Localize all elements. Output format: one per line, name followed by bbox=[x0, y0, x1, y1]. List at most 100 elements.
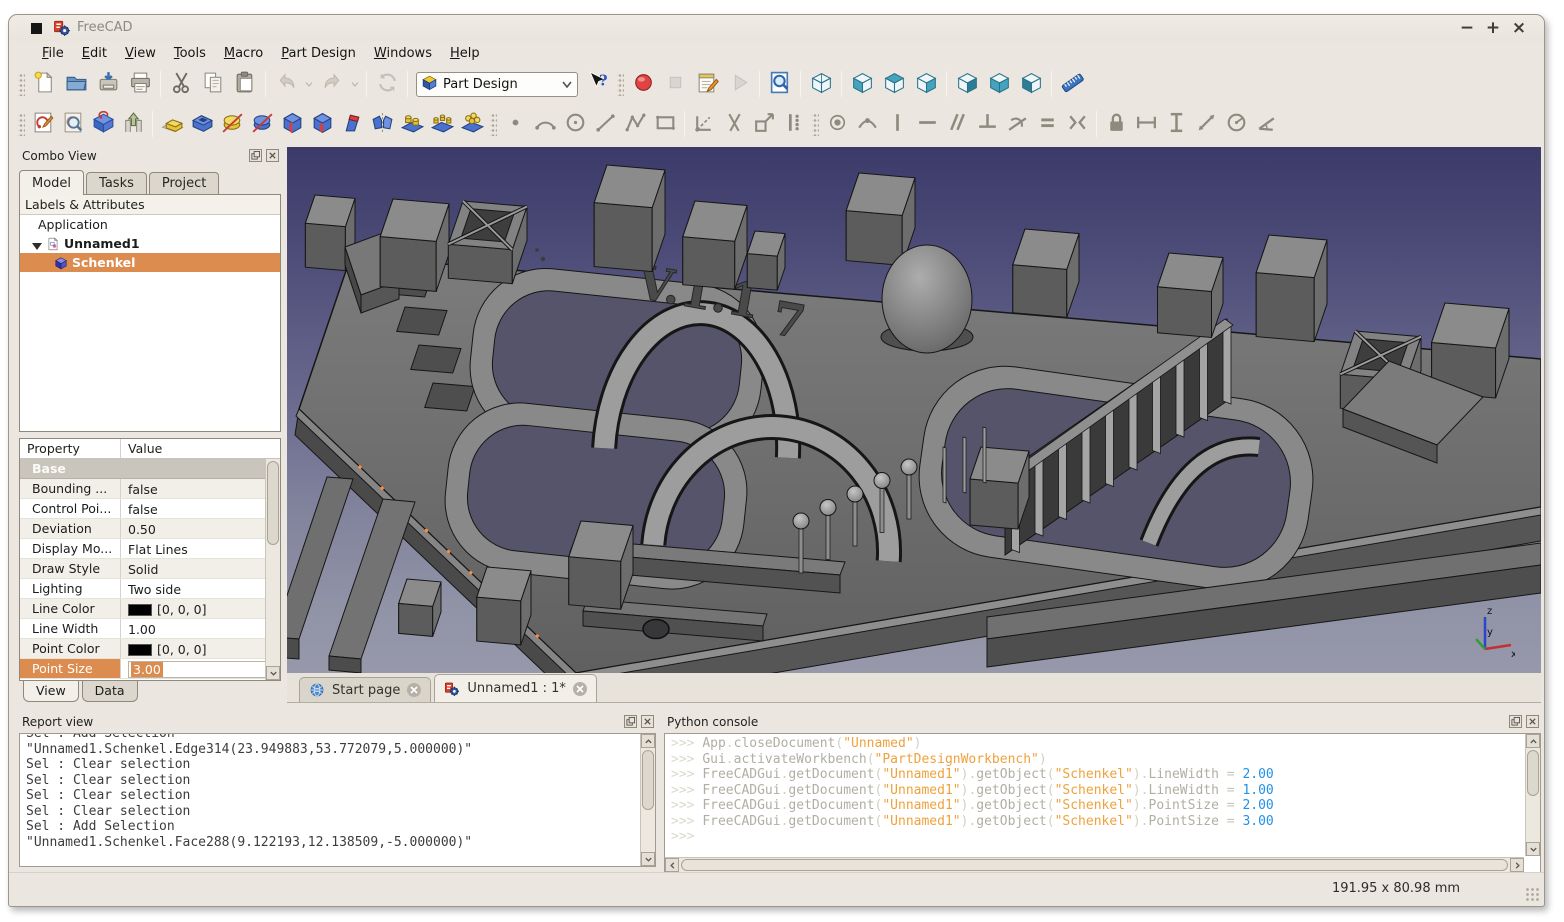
constraint-radius-button[interactable] bbox=[1221, 109, 1251, 139]
groove-button[interactable] bbox=[247, 109, 277, 139]
tree-item-application[interactable]: Application bbox=[20, 215, 280, 234]
constraint-tangent-button[interactable] bbox=[1002, 109, 1032, 139]
close-tab-icon[interactable] bbox=[407, 683, 421, 697]
property-row-base[interactable]: Base bbox=[20, 459, 280, 479]
view-bottom-button[interactable] bbox=[983, 68, 1015, 100]
python-hscrollbar[interactable] bbox=[665, 857, 1524, 872]
fillet-button[interactable] bbox=[277, 109, 307, 139]
expander-icon[interactable] bbox=[32, 239, 42, 249]
close-tab-icon[interactable] bbox=[573, 682, 587, 696]
chamfer-button[interactable] bbox=[307, 109, 337, 139]
python-scrollbar[interactable] bbox=[1525, 734, 1540, 856]
tab-model[interactable]: Model bbox=[19, 170, 84, 195]
carbon-copy-button[interactable] bbox=[779, 109, 809, 139]
pocket-button[interactable] bbox=[187, 109, 217, 139]
paste-button[interactable] bbox=[229, 68, 261, 100]
open-folder-button[interactable] bbox=[60, 68, 92, 100]
whats-this-button[interactable]: ? bbox=[582, 68, 614, 100]
document-tab-start-page[interactable]: Start page bbox=[299, 677, 431, 702]
python-hscrollbar-thumb[interactable] bbox=[681, 859, 1508, 871]
menu-file[interactable]: File bbox=[33, 44, 73, 63]
tab-tasks[interactable]: Tasks bbox=[86, 172, 147, 195]
python-console-log[interactable]: >>> App.closeDocument("Unnamed")>>> Gui.… bbox=[664, 733, 1541, 873]
property-row-bounding[interactable]: Bounding ...false bbox=[20, 479, 280, 499]
document-tab-unnamed1-1[interactable]: Unnamed1 : 1* bbox=[434, 674, 597, 702]
property-row-point-color[interactable]: Point Color[0, 0, 0] bbox=[20, 639, 280, 659]
sketch-point-button[interactable] bbox=[500, 109, 530, 139]
constraint-lock-button[interactable] bbox=[1101, 109, 1131, 139]
linear-pattern-button[interactable] bbox=[397, 109, 427, 139]
property-scroll-down-button[interactable] bbox=[266, 666, 280, 680]
toolbar-drag-handle[interactable] bbox=[490, 112, 497, 136]
refresh-button[interactable] bbox=[371, 68, 403, 100]
print-button[interactable] bbox=[124, 68, 156, 100]
toolbar-drag-handle[interactable] bbox=[18, 72, 25, 96]
sketch-rectangle-button[interactable] bbox=[650, 109, 680, 139]
copy-button[interactable] bbox=[197, 68, 229, 100]
pad-button[interactable] bbox=[157, 109, 187, 139]
menu-macro[interactable]: Macro bbox=[215, 44, 272, 63]
constraint-angle-button[interactable] bbox=[1251, 109, 1281, 139]
polar-pattern-button[interactable] bbox=[427, 109, 457, 139]
menu-part-design[interactable]: Part Design bbox=[272, 44, 365, 63]
constraint-perpendicular-button[interactable] bbox=[972, 109, 1002, 139]
toolbar-drag-handle[interactable] bbox=[18, 112, 25, 136]
model-tree[interactable]: Labels & Attributes ApplicationUnnamed1S… bbox=[19, 194, 281, 432]
constraint-distance-x-button[interactable] bbox=[1131, 109, 1161, 139]
constraint-point-on-object-button[interactable] bbox=[852, 109, 882, 139]
property-row-line-width[interactable]: Line Width1.00 bbox=[20, 619, 280, 639]
python-scroll-up-button[interactable] bbox=[1526, 734, 1540, 748]
fit-all-button[interactable] bbox=[764, 68, 796, 100]
undo-button[interactable] bbox=[270, 68, 302, 100]
property-row-display-mo[interactable]: Display Mo...Flat Lines bbox=[20, 539, 280, 559]
dropdown-chevron-button[interactable] bbox=[302, 68, 316, 100]
property-row-point-size[interactable]: Point Size3.00 bbox=[20, 659, 280, 679]
close-panel-button[interactable] bbox=[266, 149, 279, 162]
constraint-symmetric-button[interactable] bbox=[1062, 109, 1092, 139]
tab-view[interactable]: View bbox=[23, 681, 79, 702]
measure-distance-button[interactable] bbox=[1056, 68, 1088, 100]
python-scrollbar-thumb[interactable] bbox=[1527, 750, 1539, 796]
viewport-3d-area[interactable]: V.1.17 zyx bbox=[287, 147, 1541, 673]
report-scrollbar[interactable] bbox=[640, 734, 655, 866]
titlebar[interactable]: FreeCAD − + × bbox=[9, 15, 1544, 41]
constraint-distance-button[interactable] bbox=[1191, 109, 1221, 139]
tree-item-schenkel[interactable]: Schenkel bbox=[20, 253, 280, 272]
macro-edit-button[interactable] bbox=[691, 68, 723, 100]
new-file-button[interactable] bbox=[28, 68, 60, 100]
redo-button[interactable] bbox=[316, 68, 348, 100]
macro-stop-button[interactable] bbox=[659, 68, 691, 100]
tab-data[interactable]: Data bbox=[82, 681, 138, 702]
sketch-view-button[interactable] bbox=[58, 109, 88, 139]
constraint-parallel-button[interactable] bbox=[942, 109, 972, 139]
view-top-button[interactable] bbox=[878, 68, 910, 100]
python-scroll-down-button[interactable] bbox=[1526, 842, 1540, 856]
window-menu-icon[interactable] bbox=[31, 23, 42, 34]
close-panel-button[interactable] bbox=[641, 715, 654, 728]
property-row-lighting[interactable]: LightingTwo side bbox=[20, 579, 280, 599]
property-editor[interactable]: Property Value BaseBounding ...falseCont… bbox=[19, 438, 281, 681]
value-spinbox[interactable]: 3.00 bbox=[128, 661, 278, 678]
sketch-new-button[interactable] bbox=[28, 109, 58, 139]
close-button[interactable]: × bbox=[1510, 17, 1528, 39]
menu-edit[interactable]: Edit bbox=[73, 44, 116, 63]
multi-transform-button[interactable] bbox=[457, 109, 487, 139]
toolbar-drag-handle[interactable] bbox=[617, 72, 624, 96]
resize-grip[interactable] bbox=[1525, 887, 1541, 903]
property-row-control-poi[interactable]: Control Poi...false bbox=[20, 499, 280, 519]
python-scroll-left-button[interactable] bbox=[665, 858, 679, 872]
menu-windows[interactable]: Windows bbox=[365, 44, 441, 63]
report-view-log[interactable]: Sel : Add Selection"Unnamed1.Schenkel.Ed… bbox=[19, 733, 656, 867]
macro-play-button[interactable] bbox=[723, 68, 755, 100]
toolbar-drag-handle[interactable] bbox=[812, 112, 819, 136]
property-row-draw-style[interactable]: Draw StyleSolid bbox=[20, 559, 280, 579]
tab-project[interactable]: Project bbox=[149, 172, 219, 195]
menu-tools[interactable]: Tools bbox=[165, 44, 215, 63]
property-value-editor[interactable]: 3.00 bbox=[121, 659, 280, 678]
view-rear-button[interactable] bbox=[951, 68, 983, 100]
cut-button[interactable] bbox=[165, 68, 197, 100]
view-left-button[interactable] bbox=[1015, 68, 1047, 100]
sketch-polyline-button[interactable] bbox=[620, 109, 650, 139]
report-scroll-up-button[interactable] bbox=[641, 734, 655, 748]
menu-view[interactable]: View bbox=[116, 44, 165, 63]
